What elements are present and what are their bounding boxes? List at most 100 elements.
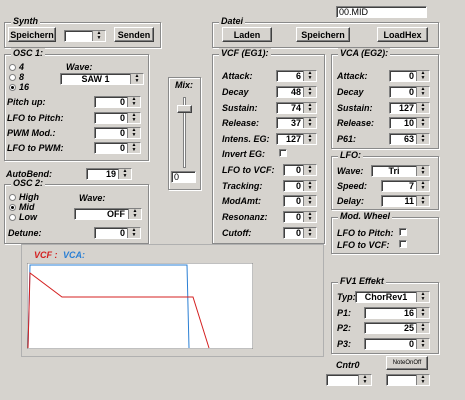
spin-arrows-icon[interactable]: ▲ ▼ bbox=[416, 196, 429, 206]
spin-arrows-icon[interactable]: ▲ ▼ bbox=[303, 212, 316, 222]
modwheel-title: Mod. Wheel bbox=[338, 211, 392, 221]
spin-arrows-icon[interactable]: ▲ ▼ bbox=[303, 134, 316, 144]
spin-arrows-icon[interactable]: ▲ ▼ bbox=[127, 228, 140, 238]
synth-slot-stepper[interactable]: ▲ ▼ bbox=[64, 30, 106, 42]
fv1-p3-stepper[interactable]: 0 ▲ ▼ bbox=[364, 338, 430, 350]
spin-arrows-icon[interactable]: ▲ ▼ bbox=[303, 228, 316, 238]
lfo-to-vcf-stepper[interactable]: 0 ▲ ▼ bbox=[283, 164, 317, 176]
vcf-attack-stepper[interactable]: 6 ▲ ▼ bbox=[276, 70, 317, 82]
fv1-type-value: ChorRev1 bbox=[364, 292, 408, 302]
lfo-to-pwm-stepper[interactable]: 0 ▲ ▼ bbox=[94, 142, 141, 154]
spin-arrows-icon[interactable]: ▲ ▼ bbox=[127, 97, 140, 107]
fv1-p1-label: P1: bbox=[337, 308, 352, 318]
spin-arrows-icon[interactable]: ▲ ▼ bbox=[118, 169, 131, 179]
detune-value: 0 bbox=[119, 228, 125, 238]
vcf-intens-eg-stepper[interactable]: 127 ▲ ▼ bbox=[276, 133, 317, 145]
spin-arrows-icon[interactable]: ▲ ▼ bbox=[130, 74, 143, 84]
send-button[interactable]: Senden bbox=[114, 27, 154, 42]
vcf-attack-label: Attack: bbox=[222, 71, 253, 81]
resonanz-stepper[interactable]: 0 ▲ ▼ bbox=[283, 211, 317, 223]
pitch-up-stepper[interactable]: 0 ▲ ▼ bbox=[94, 96, 141, 108]
mw-lfo-pitch-checkbox[interactable] bbox=[399, 228, 407, 236]
spin-arrows-icon[interactable]: ▲ ▼ bbox=[128, 209, 141, 219]
spin-arrows-icon[interactable]: ▲ ▼ bbox=[303, 165, 316, 175]
osc2-wave-select[interactable]: OFF ▲ ▼ bbox=[74, 208, 142, 220]
lfo-wave-select[interactable]: Tri ▲ ▼ bbox=[371, 165, 430, 177]
osc2-high-label: High bbox=[19, 192, 39, 202]
vca-sustain-stepper[interactable]: 127 ▲ ▼ bbox=[389, 102, 430, 114]
spin-arrows-icon[interactable]: ▲ ▼ bbox=[416, 134, 429, 144]
spin-arrows-icon[interactable]: ▲ ▼ bbox=[127, 113, 140, 123]
mix-slider-thumb[interactable] bbox=[177, 105, 192, 113]
octave-8-radio[interactable] bbox=[9, 74, 16, 81]
p61-stepper[interactable]: 63 ▲ ▼ bbox=[389, 133, 430, 145]
pwm-mod-label: PWM Mod.: bbox=[7, 128, 56, 138]
spin-arrows-icon[interactable]: ▲ ▼ bbox=[416, 71, 429, 81]
spin-arrows-icon[interactable]: ▲ ▼ bbox=[416, 323, 429, 333]
cntr-stepper-2[interactable]: ▲ ▼ bbox=[386, 374, 430, 386]
osc1-wave-select[interactable]: SAW 1 ▲ ▼ bbox=[60, 73, 144, 85]
fv1-type-select[interactable]: ChorRev1 ▲ ▼ bbox=[355, 291, 430, 303]
spin-arrows-icon[interactable]: ▲ ▼ bbox=[303, 196, 316, 206]
synth-save-button[interactable]: Speichern bbox=[8, 27, 56, 42]
synth-title: Synth bbox=[11, 16, 41, 26]
loadhex-button[interactable]: LoadHex bbox=[377, 27, 428, 42]
spin-arrows-icon[interactable]: ▲ ▼ bbox=[416, 103, 429, 113]
spin-arrows-icon[interactable]: ▲ ▼ bbox=[416, 166, 429, 176]
file-name-field[interactable]: 00.MID bbox=[336, 6, 427, 18]
load-button[interactable]: Laden bbox=[222, 27, 272, 42]
fv1-p2-stepper[interactable]: 25 ▲ ▼ bbox=[364, 322, 430, 334]
cntr-stepper-1[interactable]: ▲ ▼ bbox=[326, 374, 372, 386]
spin-arrows-icon[interactable]: ▲ ▼ bbox=[303, 181, 316, 191]
osc2-low-radio[interactable] bbox=[9, 214, 16, 221]
p61-label: P61: bbox=[337, 134, 357, 144]
vcf-release-label: Release: bbox=[222, 118, 260, 128]
lfo-to-pitch-stepper[interactable]: 0 ▲ ▼ bbox=[94, 112, 141, 124]
mw-lfo-vcf-checkbox[interactable] bbox=[399, 240, 407, 248]
spin-arrows-icon[interactable]: ▲ ▼ bbox=[416, 375, 429, 385]
spin-arrows-icon[interactable]: ▲ ▼ bbox=[92, 31, 105, 41]
tracking-stepper[interactable]: 0 ▲ ▼ bbox=[283, 180, 317, 192]
file-save-button[interactable]: Speichern bbox=[296, 27, 350, 42]
autobend-stepper[interactable]: 19 ▲ ▼ bbox=[86, 168, 132, 180]
note-on-off-button[interactable]: NoteOnOff bbox=[386, 356, 428, 370]
mw-lfo-vcf-label: LFO to VCF: bbox=[337, 240, 390, 250]
vca-decay-stepper[interactable]: 0 ▲ ▼ bbox=[389, 86, 430, 98]
spin-arrows-icon[interactable]: ▲ ▼ bbox=[303, 103, 316, 113]
detune-stepper[interactable]: 0 ▲ ▼ bbox=[94, 227, 141, 239]
cutoff-label: Cutoff: bbox=[222, 228, 252, 238]
modamt-label: ModAmt: bbox=[222, 196, 261, 206]
spin-arrows-icon[interactable]: ▲ ▼ bbox=[416, 118, 429, 128]
spin-arrows-icon[interactable]: ▲ ▼ bbox=[303, 87, 316, 97]
osc1-wave-value: SAW 1 bbox=[81, 74, 110, 84]
spin-arrows-icon[interactable]: ▲ ▼ bbox=[303, 118, 316, 128]
spin-arrows-icon[interactable]: ▲ ▼ bbox=[358, 375, 371, 385]
spin-arrows-icon[interactable]: ▲ ▼ bbox=[416, 308, 429, 318]
cutoff-stepper[interactable]: 0 ▲ ▼ bbox=[283, 227, 317, 239]
octave-16-radio[interactable] bbox=[9, 84, 16, 91]
spin-arrows-icon[interactable]: ▲ ▼ bbox=[303, 71, 316, 81]
spin-arrows-icon[interactable]: ▲ ▼ bbox=[416, 339, 429, 349]
spin-arrows-icon[interactable]: ▲ ▼ bbox=[416, 292, 429, 302]
fv1-p1-stepper[interactable]: 16 ▲ ▼ bbox=[364, 307, 430, 319]
osc2-high-radio[interactable] bbox=[9, 194, 16, 201]
spin-arrows-icon[interactable]: ▲ ▼ bbox=[127, 128, 140, 138]
lfo-speed-stepper[interactable]: 7 ▲ ▼ bbox=[381, 180, 430, 192]
vcf-release-stepper[interactable]: 37 ▲ ▼ bbox=[276, 117, 317, 129]
invert-eg-checkbox[interactable] bbox=[279, 149, 287, 157]
vcf-decay-stepper[interactable]: 48 ▲ ▼ bbox=[276, 86, 317, 98]
spin-arrows-icon[interactable]: ▲ ▼ bbox=[416, 181, 429, 191]
pwm-mod-stepper[interactable]: 0 ▲ ▼ bbox=[94, 127, 141, 139]
spin-arrows-icon[interactable]: ▲ ▼ bbox=[127, 143, 140, 153]
spin-arrows-icon[interactable]: ▲ ▼ bbox=[416, 87, 429, 97]
vcf-sustain-stepper[interactable]: 74 ▲ ▼ bbox=[276, 102, 317, 114]
octave-4-radio[interactable] bbox=[9, 64, 16, 71]
osc2-mid-radio[interactable] bbox=[9, 204, 16, 211]
autobend-value: 19 bbox=[105, 169, 116, 179]
tracking-value: 0 bbox=[295, 181, 301, 191]
vca-release-stepper[interactable]: 10 ▲ ▼ bbox=[389, 117, 430, 129]
modamt-stepper[interactable]: 0 ▲ ▼ bbox=[283, 195, 317, 207]
lfo-delay-stepper[interactable]: 11 ▲ ▼ bbox=[381, 195, 430, 207]
osc2-low-label: Low bbox=[19, 212, 37, 222]
vca-attack-stepper[interactable]: 0 ▲ ▼ bbox=[389, 70, 430, 82]
